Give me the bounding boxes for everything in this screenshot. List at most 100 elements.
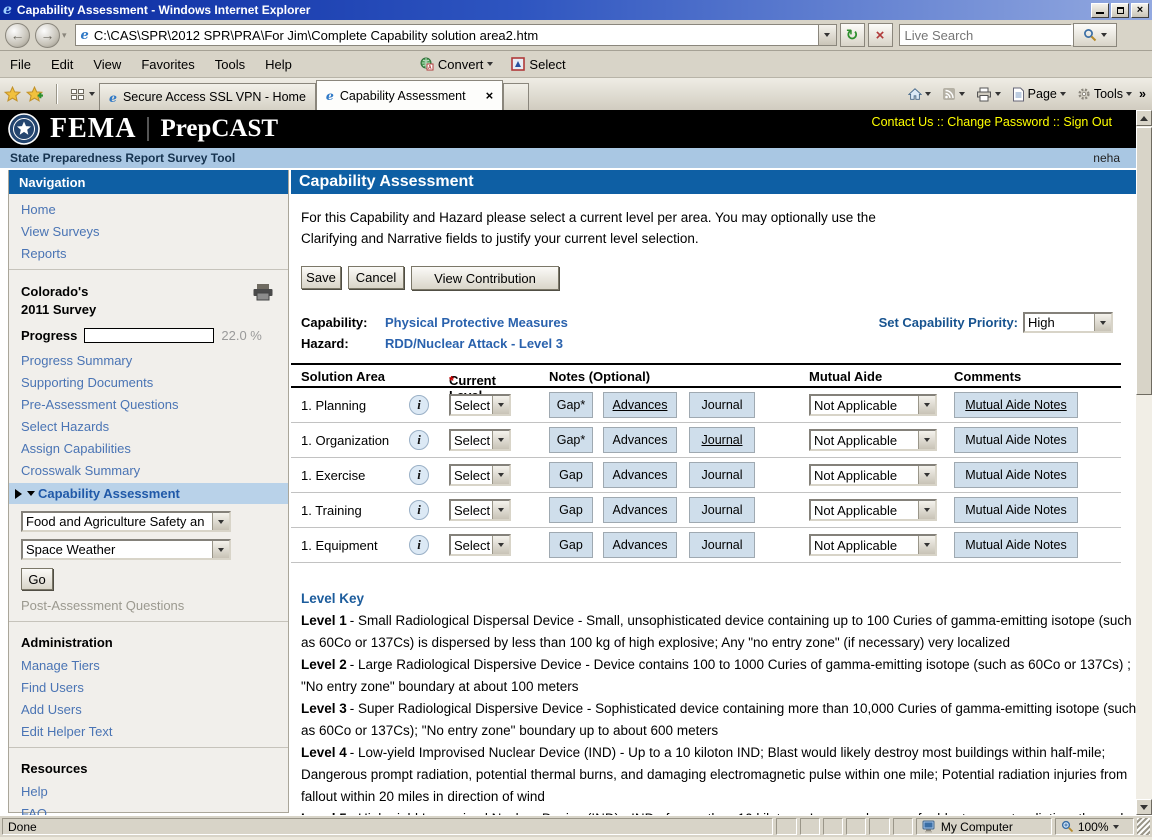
favorites-star-icon[interactable]: [4, 86, 21, 103]
sidebar-item-edit-helper-text[interactable]: Edit Helper Text: [9, 720, 288, 742]
restore-button[interactable]: [1111, 3, 1129, 18]
sidebar-item-capability-assessment[interactable]: Capability Assessment: [9, 483, 288, 504]
sidebar-item-help[interactable]: Help: [9, 780, 288, 802]
gap-button[interactable]: Gap: [549, 497, 593, 523]
info-icon[interactable]: i: [409, 535, 429, 555]
search-input[interactable]: [900, 25, 1081, 45]
sidebar-item-view-surveys[interactable]: View Surveys: [9, 220, 288, 242]
sidebar-item-reports[interactable]: Reports: [9, 242, 288, 264]
mutual-aide-select[interactable]: Not Applicable: [809, 464, 937, 486]
minimize-button[interactable]: [1091, 3, 1109, 18]
tools-button[interactable]: Tools: [1073, 84, 1136, 104]
sign-out-link[interactable]: Sign Out: [1063, 115, 1112, 129]
menu-tools[interactable]: Tools: [205, 57, 255, 72]
toolbar-overflow-chevron[interactable]: »: [1139, 87, 1146, 101]
scroll-down-button[interactable]: [1136, 799, 1152, 815]
gap-button[interactable]: Gap: [549, 462, 593, 488]
info-icon[interactable]: i: [409, 395, 429, 415]
print-button[interactable]: [972, 84, 1005, 105]
view-contribution-button[interactable]: View Contribution: [411, 266, 559, 290]
zoom-control[interactable]: 100%: [1055, 818, 1134, 835]
change-password-link[interactable]: Change Password: [947, 115, 1049, 129]
mutual-aide-notes-button[interactable]: Mutual Aide Notes: [954, 532, 1078, 558]
sidebar-item-add-users[interactable]: Add Users: [9, 698, 288, 720]
feeds-button[interactable]: [938, 84, 969, 104]
advances-button[interactable]: Advances: [603, 532, 677, 558]
mutual-aide-notes-button[interactable]: Mutual Aide Notes: [954, 392, 1078, 418]
hazard-select[interactable]: Space Weather: [21, 539, 231, 560]
search-button[interactable]: [1073, 23, 1117, 47]
mutual-aide-notes-button[interactable]: Mutual Aide Notes: [954, 462, 1078, 488]
sidebar-item-select-hazards[interactable]: Select Hazards: [9, 415, 288, 437]
sidebar-item-faq[interactable]: FAQ: [9, 802, 288, 815]
journal-button[interactable]: Journal: [689, 497, 755, 523]
mutual-aide-select[interactable]: Not Applicable: [809, 499, 937, 521]
address-dropdown-button[interactable]: [818, 25, 836, 45]
current-level-select[interactable]: Select: [449, 464, 511, 486]
page-button[interactable]: Page: [1008, 84, 1070, 105]
capability-select[interactable]: Food and Agriculture Safety an: [21, 511, 231, 532]
mutual-aide-notes-button[interactable]: Mutual Aide Notes: [954, 427, 1078, 453]
contact-us-link[interactable]: Contact Us: [872, 115, 934, 129]
gap-button[interactable]: Gap*: [549, 392, 593, 418]
cancel-button[interactable]: Cancel: [348, 266, 404, 289]
scroll-up-button[interactable]: [1136, 110, 1152, 126]
menu-favorites[interactable]: Favorites: [131, 57, 204, 72]
advances-button[interactable]: Advances: [603, 497, 677, 523]
history-dropdown[interactable]: ▾: [62, 30, 67, 41]
quick-tabs-icon[interactable]: [71, 89, 84, 100]
save-button[interactable]: Save: [301, 266, 341, 289]
sidebar-item-crosswalk-summary[interactable]: Crosswalk Summary: [9, 459, 288, 481]
select-button[interactable]: Select: [529, 57, 565, 72]
sidebar-item-pre-assessment-questions[interactable]: Pre-Assessment Questions: [9, 393, 288, 415]
scrollbar-thumb[interactable]: [1136, 127, 1152, 395]
journal-button[interactable]: Journal: [689, 532, 755, 558]
info-icon[interactable]: i: [409, 500, 429, 520]
resize-grip[interactable]: [1137, 818, 1150, 835]
back-button[interactable]: ←: [5, 23, 30, 48]
sidebar-item-home[interactable]: Home: [9, 198, 288, 220]
info-icon[interactable]: i: [409, 430, 429, 450]
mutual-aide-notes-button[interactable]: Mutual Aide Notes: [954, 497, 1078, 523]
chevron-down-icon[interactable]: [487, 62, 493, 66]
advances-button[interactable]: Advances: [603, 427, 677, 453]
current-level-select[interactable]: Select: [449, 394, 511, 416]
tab-ssl-vpn[interactable]: e Secure Access SSL VPN - Home: [99, 83, 316, 110]
menu-help[interactable]: Help: [255, 57, 302, 72]
journal-button[interactable]: Journal: [689, 462, 755, 488]
menu-edit[interactable]: Edit: [41, 57, 83, 72]
menu-file[interactable]: File: [0, 57, 41, 72]
address-field[interactable]: e C:\CAS\SPR\2012 SPR\PRA\For Jim\Comple…: [75, 24, 837, 46]
advances-button[interactable]: Advances: [603, 462, 677, 488]
convert-button[interactable]: Convert: [438, 57, 484, 72]
journal-button[interactable]: Journal: [689, 392, 755, 418]
refresh-button[interactable]: ↻: [840, 23, 865, 47]
sidebar-item-manage-tiers[interactable]: Manage Tiers: [9, 654, 288, 676]
sidebar-item-find-users[interactable]: Find Users: [9, 676, 288, 698]
sidebar-item-assign-capabilities[interactable]: Assign Capabilities: [9, 437, 288, 459]
tab-list-dropdown[interactable]: [89, 92, 95, 96]
tab-capability-assessment[interactable]: e Capability Assessment ×: [316, 80, 503, 110]
forward-button[interactable]: →: [35, 23, 60, 48]
mutual-aide-select[interactable]: Not Applicable: [809, 429, 937, 451]
gap-button[interactable]: Gap: [549, 532, 593, 558]
gap-button[interactable]: Gap*: [549, 427, 593, 453]
go-button[interactable]: Go: [21, 568, 53, 590]
print-survey-icon[interactable]: [252, 283, 274, 301]
sidebar-item-progress-summary[interactable]: Progress Summary: [9, 349, 288, 371]
current-level-select[interactable]: Select: [449, 429, 511, 451]
stop-button[interactable]: ×: [868, 23, 893, 47]
new-tab-stub[interactable]: [503, 83, 529, 110]
priority-select[interactable]: High: [1023, 312, 1113, 333]
advances-button[interactable]: Advances: [603, 392, 677, 418]
sidebar-item-supporting-documents[interactable]: Supporting Documents: [9, 371, 288, 393]
close-button[interactable]: ×: [1131, 3, 1149, 18]
mutual-aide-select[interactable]: Not Applicable: [809, 534, 937, 556]
menu-view[interactable]: View: [83, 57, 131, 72]
home-button[interactable]: [904, 84, 935, 104]
add-favorite-icon[interactable]: [26, 86, 43, 103]
info-icon[interactable]: i: [409, 465, 429, 485]
current-level-select[interactable]: Select: [449, 499, 511, 521]
tab-close-icon[interactable]: ×: [486, 88, 494, 103]
current-level-select[interactable]: Select: [449, 534, 511, 556]
